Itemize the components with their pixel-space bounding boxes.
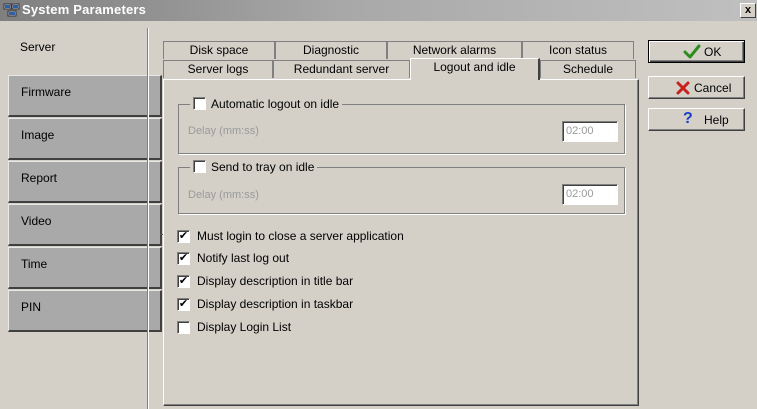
close-button[interactable]: x: [740, 3, 756, 18]
title-bar-description-label: Display description in title bar: [197, 274, 354, 288]
send-to-tray-checkbox[interactable]: [193, 160, 206, 173]
tab-label: Disk space: [189, 43, 249, 57]
taskbar-description-checkbox[interactable]: ✔: [177, 298, 190, 311]
sidebar-item-image[interactable]: Image: [8, 118, 162, 160]
sidebar-item-label: Video: [21, 214, 52, 228]
tab-label: Schedule: [562, 62, 614, 76]
sidebar-item-label: Time: [21, 257, 48, 271]
tab-label: Redundant server: [293, 62, 390, 76]
tab-network-alarms[interactable]: Network alarms: [387, 41, 522, 59]
help-button-label: Help: [704, 113, 729, 127]
tab-disk-space[interactable]: Disk space: [163, 41, 275, 59]
tab-redundant-server[interactable]: Redundant server: [273, 60, 410, 78]
tab-label: Logout and idle: [433, 60, 516, 74]
sidebar-item-label: PIN: [21, 300, 42, 314]
checkmark-icon: [683, 44, 701, 59]
logout-delay-label: Delay (mm:ss): [188, 125, 259, 137]
tab-server-logs[interactable]: Server logs: [163, 60, 273, 78]
sidebar-item-firmware[interactable]: Firmware: [8, 75, 162, 117]
must-login-checkbox[interactable]: ✔: [177, 230, 190, 243]
sidebar-item-time[interactable]: Time: [8, 247, 162, 289]
tab-icon-status[interactable]: Icon status: [522, 41, 634, 59]
tray-group-legend: Send to tray on idle: [190, 160, 318, 174]
cancel-button[interactable]: Cancel: [648, 76, 745, 99]
taskbar-description-label: Display description in taskbar: [197, 297, 354, 311]
sidebar-item-label: Image: [21, 128, 55, 142]
tab-logout-and-idle[interactable]: Logout and idle: [410, 58, 540, 80]
sidebar-item-report[interactable]: Report: [8, 161, 162, 203]
logout-group-legend: Automatic logout on idle: [190, 97, 343, 111]
ok-button[interactable]: OK: [648, 40, 745, 63]
sidebar-divider-highlight: [148, 28, 149, 409]
sidebar-item-server[interactable]: Server: [8, 31, 162, 73]
window-title: System Parameters: [22, 2, 147, 17]
auto-logout-checkbox[interactable]: [193, 97, 206, 110]
tab-label: Server logs: [187, 62, 249, 76]
sidebar-item-label: Firmware: [21, 85, 71, 99]
must-login-label: Must login to close a server application: [197, 229, 404, 243]
tab-label: Icon status: [548, 43, 608, 57]
tray-delay-input[interactable]: 02:00: [562, 184, 618, 205]
tray-delay-label: Delay (mm:ss): [188, 189, 259, 201]
tab-schedule[interactable]: Schedule: [540, 60, 636, 78]
notify-last-logout-checkbox[interactable]: ✔: [177, 252, 190, 265]
sidebar-item-pin[interactable]: PIN: [8, 290, 162, 332]
tab-label: Network alarms: [412, 43, 497, 57]
sidebar-item-label: Report: [21, 171, 58, 185]
tab-diagnostic[interactable]: Diagnostic: [275, 41, 387, 59]
login-list-checkbox[interactable]: [177, 321, 190, 334]
app-icon: [3, 3, 20, 17]
close-icon: x: [744, 4, 752, 16]
title-bar-description-checkbox[interactable]: ✔: [177, 275, 190, 288]
logout-delay-input[interactable]: 02:00: [562, 121, 618, 142]
x-icon: [676, 81, 690, 95]
auto-logout-label: Automatic logout on idle: [211, 97, 340, 111]
help-button[interactable]: ? Help: [648, 108, 745, 131]
ok-button-label: OK: [704, 45, 722, 59]
sidebar-item-label: Server: [20, 40, 56, 54]
question-icon: ?: [683, 110, 693, 127]
notify-last-logout-label: Notify last log out: [197, 251, 290, 265]
send-to-tray-label: Send to tray on idle: [211, 160, 315, 174]
login-list-label: Display Login List: [197, 320, 292, 334]
cancel-button-label: Cancel: [694, 81, 732, 95]
tab-label: Diagnostic: [302, 43, 360, 57]
sidebar-item-video[interactable]: Video: [8, 204, 162, 246]
